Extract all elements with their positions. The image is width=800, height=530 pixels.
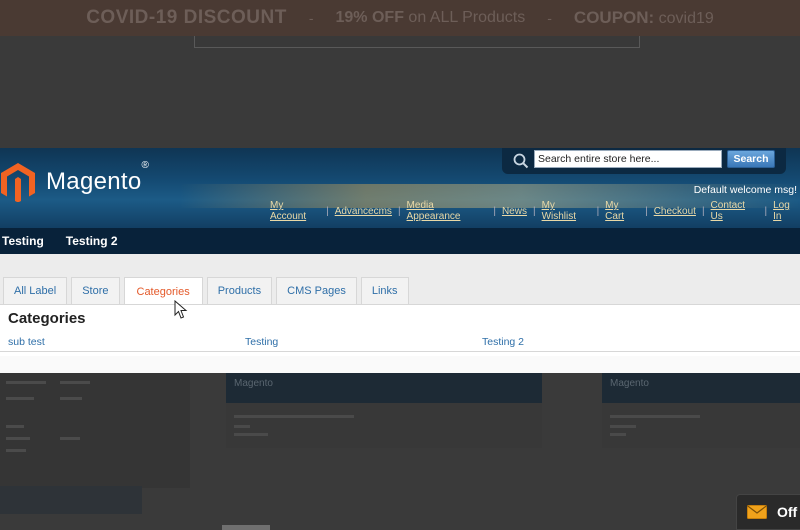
link-media-appearance[interactable]: Media Appearance	[407, 200, 488, 222]
link-separator: |	[397, 205, 401, 217]
thumbnail-line	[60, 437, 80, 440]
thumbnail-logo: Magento	[610, 378, 649, 389]
promo-discount-amount: 19% OFF	[335, 9, 404, 26]
thumbnail-line	[6, 381, 46, 384]
tab-products[interactable]: Products	[206, 277, 273, 304]
chat-label: Off	[777, 504, 798, 520]
promo-discount-rest: on ALL Products	[408, 9, 526, 26]
link-my-account[interactable]: My Account	[270, 200, 320, 222]
thumbnail-line	[234, 433, 268, 436]
category-link-testing-2[interactable]: Testing 2	[482, 336, 524, 348]
magento-screenshot: Magento® Search Default welcome msg! My …	[0, 148, 800, 373]
header-links: My Account | Advancecms | Media Appearance…	[270, 200, 800, 222]
thumbnail-header: Magento	[602, 373, 800, 403]
link-my-wishlist[interactable]: My Wishlist	[542, 200, 591, 222]
link-checkout[interactable]: Checkout	[654, 206, 696, 217]
link-separator: |	[532, 205, 536, 217]
link-my-cart[interactable]: My Cart	[605, 200, 639, 222]
background-thumbnail-middle: Magento	[226, 373, 542, 448]
thumbnail-logo: Magento	[234, 378, 273, 389]
thumbnail-line	[60, 397, 82, 400]
thumbnail-line	[6, 437, 30, 440]
store-header: Magento® Search Default welcome msg! My …	[0, 148, 800, 228]
tab-categories[interactable]: Categories	[123, 277, 203, 305]
tab-links[interactable]: Links	[360, 277, 409, 304]
logo-registered: ®	[141, 160, 150, 171]
magento-logo-icon	[1, 163, 35, 202]
thumbnail-line	[6, 397, 34, 400]
main-nav: Testing Testing 2	[0, 228, 800, 254]
panel-title: Categories	[8, 310, 86, 327]
thumbnail-header: Magento	[226, 373, 542, 403]
background-thumbnail-right: Magento	[602, 373, 800, 448]
background-dark-bar	[0, 486, 142, 514]
promo-title: COVID-19 DISCOUNT	[86, 7, 287, 28]
mouse-cursor-icon	[174, 300, 188, 319]
search-icon	[513, 153, 529, 169]
horizontal-scrollbar[interactable]	[222, 525, 270, 530]
thumbnail-line	[234, 425, 250, 428]
category-link-testing[interactable]: Testing	[245, 336, 278, 348]
search-input[interactable]	[534, 150, 722, 168]
promo-coupon: COUPON: covid19	[574, 8, 714, 28]
content-bottom-edge	[0, 356, 800, 373]
tab-store[interactable]: Store	[71, 277, 120, 304]
background-thumbnail-left	[0, 373, 190, 488]
promo-coupon-code: covid19	[658, 10, 714, 27]
promo-separator: -	[308, 10, 314, 26]
link-news[interactable]: News	[502, 206, 527, 217]
offline-chat-widget[interactable]: Off	[736, 494, 800, 530]
category-link-sub-test[interactable]: sub test	[8, 336, 45, 348]
nav-item-testing[interactable]: Testing	[2, 234, 44, 248]
envelope-icon	[747, 505, 767, 519]
search-button[interactable]: Search	[727, 150, 775, 168]
categories-panel: Categories sub test Testing Testing 2	[0, 304, 800, 352]
link-contact-us[interactable]: Contact Us	[711, 200, 759, 222]
thumbnail-line	[610, 415, 700, 418]
link-separator: |	[493, 205, 496, 217]
search-box: Search	[502, 148, 786, 174]
tab-list: All Label Store Categories Products CMS …	[3, 277, 409, 305]
thumbnail-line	[610, 425, 636, 428]
thumbnail-line	[6, 425, 24, 428]
tab-cms-pages[interactable]: CMS Pages	[276, 277, 357, 304]
link-separator: |	[596, 205, 600, 217]
nav-item-testing-2[interactable]: Testing 2	[66, 234, 118, 248]
link-separator: |	[645, 205, 648, 217]
link-separator: |	[326, 205, 329, 217]
promo-coupon-label: COUPON:	[573, 8, 655, 27]
dimmed-background	[0, 48, 800, 148]
thumbnail-line	[234, 415, 354, 418]
tabs-bar: All Label Store Categories Products CMS …	[0, 254, 800, 305]
link-advancecms[interactable]: Advancecms	[335, 206, 392, 217]
link-log-in[interactable]: Log In	[773, 200, 800, 222]
promo-separator: -	[547, 10, 552, 26]
thumbnail-line	[60, 381, 90, 384]
logo-text: Magento	[46, 168, 142, 195]
logo-wordmark: Magento®	[46, 160, 149, 196]
tab-all-label[interactable]: All Label	[3, 277, 68, 304]
welcome-message: Default welcome msg!	[693, 184, 797, 196]
promo-discount: 19% OFF on ALL Products	[336, 9, 526, 27]
thumbnail-line	[6, 449, 26, 452]
store-logo[interactable]: Magento®	[0, 160, 149, 202]
thumbnail-line	[610, 433, 626, 436]
background-panel	[194, 36, 640, 48]
link-separator: |	[701, 205, 705, 217]
promo-banner: COVID-19 DISCOUNT - 19% OFF on ALL Produ…	[0, 0, 800, 36]
link-separator: |	[764, 205, 768, 217]
